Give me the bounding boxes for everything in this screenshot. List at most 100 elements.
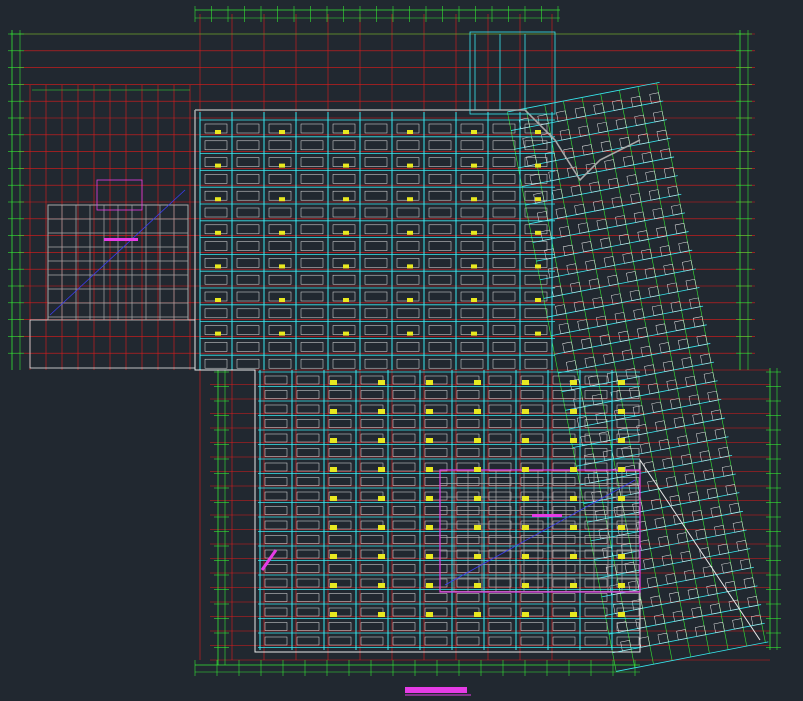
yellow-tag [618, 525, 625, 530]
yellow-tag [570, 496, 577, 501]
drawing-title-block [405, 682, 475, 696]
yellow-tag [407, 298, 413, 302]
yellow-tag [522, 612, 529, 617]
yellow-tag [215, 197, 221, 202]
yellow-tag [330, 554, 337, 559]
yellow-tag [570, 409, 577, 414]
yellow-tag [618, 467, 625, 472]
yellow-tag [330, 612, 337, 617]
yellow-tag [378, 554, 385, 559]
yellow-tag [570, 438, 577, 443]
yellow-tag [570, 380, 577, 385]
yellow-tag [407, 197, 413, 202]
yellow-tag [618, 554, 625, 559]
yellow-tag [378, 467, 385, 472]
yellow-tag [426, 467, 433, 472]
yellow-tag [474, 438, 481, 443]
core-label-bar [104, 238, 138, 241]
yellow-tag [343, 298, 349, 302]
yellow-tag [330, 467, 337, 472]
yellow-tag [215, 230, 221, 235]
yellow-tag [618, 438, 625, 443]
yellow-tag [618, 583, 625, 588]
yellow-tag [471, 163, 477, 168]
yellow-tag [426, 438, 433, 443]
yellow-tag [378, 496, 385, 501]
yellow-tag [471, 298, 477, 302]
yellow-tag [570, 612, 577, 617]
cad-drawing-canvas[interactable] [0, 0, 803, 698]
yellow-tag [426, 496, 433, 501]
yellow-tag [474, 583, 481, 588]
yellow-tag [471, 264, 477, 269]
yellow-tag [522, 525, 529, 530]
yellow-tag [426, 583, 433, 588]
yellow-tag [474, 612, 481, 617]
yellow-tag [215, 298, 221, 302]
yellow-tag [522, 409, 529, 414]
yellow-tag [343, 264, 349, 269]
yellow-tag [343, 130, 349, 134]
yellow-tag [522, 467, 529, 472]
yellow-tag [378, 525, 385, 530]
yellow-tag [279, 130, 285, 134]
yellow-tag [330, 380, 337, 385]
yellow-tag [330, 525, 337, 530]
yellow-tag [474, 554, 481, 559]
yellow-tag [522, 554, 529, 559]
yellow-tag [535, 298, 541, 302]
yellow-tag [279, 230, 285, 235]
yellow-tag [535, 264, 541, 269]
yellow-tag [522, 380, 529, 385]
yellow-tag [330, 583, 337, 588]
yellow-tag [471, 331, 477, 336]
yellow-tag [343, 230, 349, 235]
yellow-tag [426, 525, 433, 530]
yellow-tag [522, 438, 529, 443]
yellow-tag [474, 496, 481, 501]
yellow-tag [474, 467, 481, 472]
yellow-tag [570, 467, 577, 472]
yellow-tag [535, 230, 541, 235]
yellow-tag [330, 496, 337, 501]
yellow-tag [279, 331, 285, 336]
yellow-tag [279, 163, 285, 168]
yellow-tag [426, 554, 433, 559]
yellow-tag [407, 331, 413, 336]
yellow-tag [618, 409, 625, 414]
yellow-tag [535, 130, 541, 134]
yellow-tag [474, 380, 481, 385]
yellow-tag [215, 331, 221, 336]
yellow-tag [426, 612, 433, 617]
yellow-tag [426, 380, 433, 385]
yellow-tag [343, 197, 349, 202]
yellow-tag [279, 264, 285, 269]
yellow-tag [330, 438, 337, 443]
yellow-tag [330, 409, 337, 414]
yellow-tag [474, 525, 481, 530]
core-label-bar [532, 514, 562, 517]
yellow-tag [407, 264, 413, 269]
yellow-tag [426, 409, 433, 414]
yellow-tag [471, 197, 477, 202]
yellow-tag [407, 130, 413, 134]
yellow-tag [471, 130, 477, 134]
yellow-tag [618, 380, 625, 385]
yellow-tag [215, 264, 221, 269]
yellow-tag [570, 583, 577, 588]
yellow-tag [378, 583, 385, 588]
yellow-tag [343, 331, 349, 336]
yellow-tag [215, 163, 221, 168]
yellow-tag [471, 230, 477, 235]
yellow-tag [618, 496, 625, 501]
yellow-tag [407, 163, 413, 168]
yellow-tag [378, 612, 385, 617]
yellow-tag [215, 130, 221, 134]
yellow-tag [279, 197, 285, 202]
yellow-tag [535, 197, 541, 202]
yellow-tag [570, 554, 577, 559]
yellow-tag [378, 380, 385, 385]
yellow-tag [570, 525, 577, 530]
yellow-tag [279, 298, 285, 302]
yellow-tag [378, 438, 385, 443]
